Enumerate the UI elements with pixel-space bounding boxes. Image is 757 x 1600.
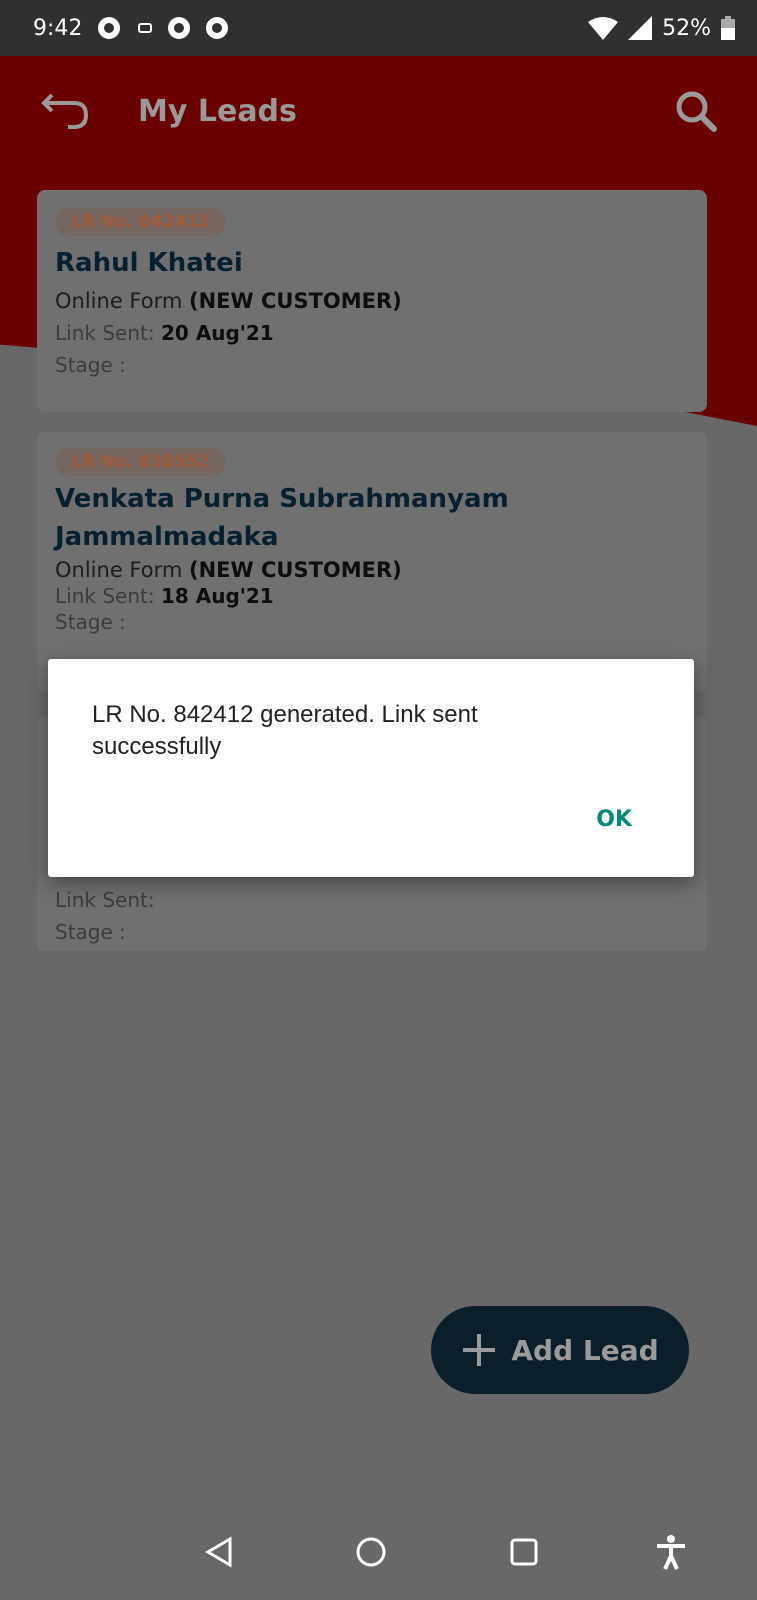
home-nav-icon[interactable] — [355, 1536, 387, 1568]
accessibility-icon[interactable] — [655, 1534, 687, 1570]
back-nav-icon[interactable] — [204, 1536, 236, 1568]
add-lead-button[interactable]: Add Lead — [431, 1306, 689, 1394]
chrome-icon — [168, 17, 191, 39]
source-text: Online Form — [55, 289, 183, 313]
dialog-message: LR No. 842412 generated. Link sent succe… — [92, 701, 478, 760]
recents-nav-icon[interactable] — [508, 1536, 540, 1568]
battery-percent: 52% — [662, 15, 711, 41]
link-date: 20 Aug'21 — [160, 321, 274, 345]
lead-name: Rahul Khatei — [55, 248, 243, 278]
status-time: 9:42 — [33, 15, 83, 41]
battery-icon — [721, 16, 735, 40]
ok-button[interactable]: OK — [596, 807, 632, 832]
navigation-bar — [0, 1504, 757, 1600]
lead-name: Venkata Purna Subrahmanyam Jammalmadaka — [55, 484, 509, 552]
search-icon[interactable] — [675, 90, 717, 132]
customer-type: (NEW CUSTOMER) — [189, 558, 402, 582]
notification-icon — [138, 23, 153, 33]
link-sent: Link Sent: — [55, 888, 689, 912]
lr-badge: LR No. 842412 — [55, 208, 227, 236]
link-sent: Link Sent: 18 Aug'21 — [55, 584, 689, 608]
wifi-icon — [588, 17, 619, 40]
chrome-icon — [98, 17, 121, 39]
success-dialog: LR No. 842412 generated. Link sent succe… — [48, 659, 694, 877]
page-title: My Leads — [138, 93, 297, 129]
link-label: Link Sent: — [55, 584, 155, 608]
link-label: Link Sent: — [55, 888, 155, 912]
add-lead-label: Add Lead — [511, 1333, 659, 1367]
back-icon[interactable] — [40, 91, 90, 131]
signal-icon — [628, 16, 653, 40]
source-text: Online Form — [55, 558, 183, 582]
lead-source: Online Form (NEW CUSTOMER) — [55, 289, 689, 313]
lead-card[interactable]: LR No. 838552 Venkata Purna Subrahmanyam… — [37, 432, 707, 692]
link-sent: Link Sent: 20 Aug'21 — [55, 321, 689, 345]
link-label: Link Sent: — [55, 321, 155, 345]
toolbar: My Leads — [0, 56, 757, 166]
link-date: 18 Aug'21 — [160, 584, 274, 608]
stage: Stage : — [55, 610, 126, 634]
stage: Stage : — [55, 353, 126, 377]
lead-card[interactable]: LR No. 842412 Rahul Khatei Online Form (… — [37, 190, 707, 412]
chrome-icon — [206, 17, 229, 39]
customer-type: (NEW CUSTOMER) — [189, 289, 402, 313]
plus-icon — [463, 1334, 496, 1366]
lr-badge: LR No. 838552 — [55, 448, 227, 476]
status-bar: 9:42 52% — [0, 0, 757, 56]
lead-source: Online Form (NEW CUSTOMER) — [55, 558, 689, 582]
stage: Stage : — [55, 920, 126, 944]
